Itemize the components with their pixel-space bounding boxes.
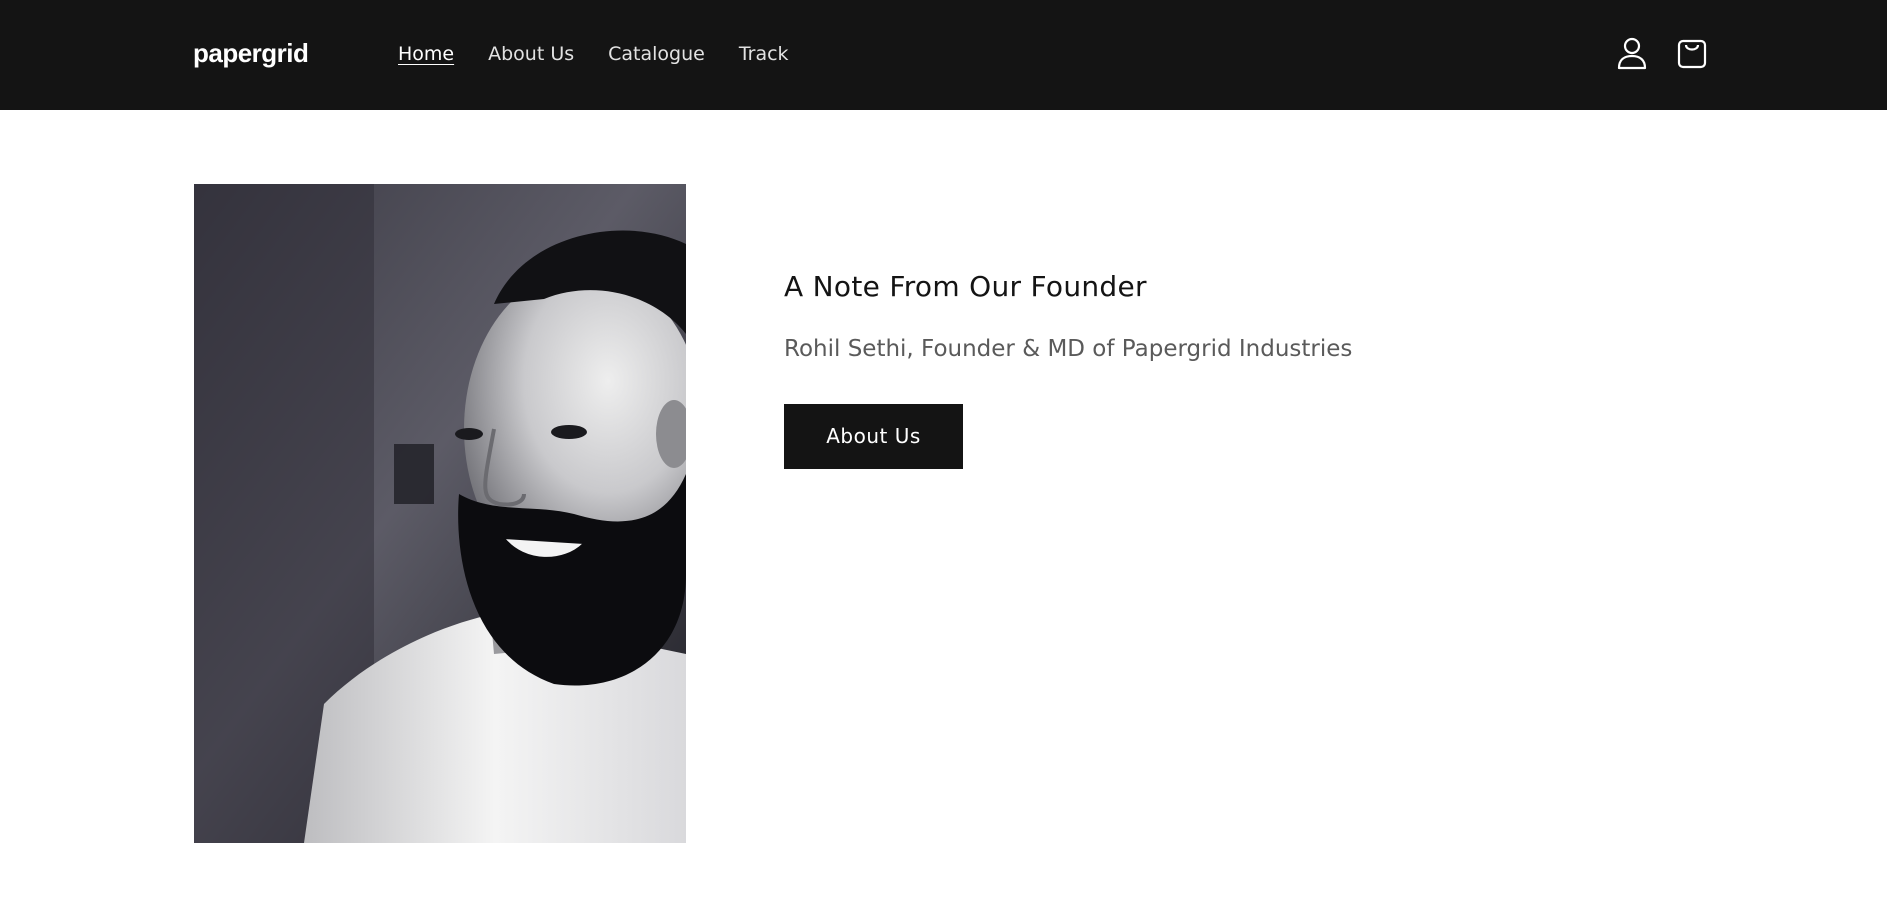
site-logo[interactable]: papergrid bbox=[193, 38, 309, 68]
founder-photo bbox=[194, 184, 686, 843]
about-us-button[interactable]: About Us bbox=[784, 404, 963, 469]
founder-subtitle: Rohil Sethi, Founder & MD of Papergrid I… bbox=[784, 336, 1353, 362]
nav-about-link[interactable]: About Us bbox=[488, 42, 574, 66]
founder-section: A Note From Our Founder Rohil Sethi, Fou… bbox=[0, 110, 1887, 907]
nav-catalogue-link[interactable]: Catalogue bbox=[608, 42, 705, 66]
site-header: papergrid Home About Us Catalogue Track bbox=[0, 0, 1887, 110]
cart-icon[interactable] bbox=[1676, 36, 1708, 70]
nav-home-link[interactable]: Home bbox=[398, 42, 454, 66]
main-nav: Home About Us Catalogue Track bbox=[398, 42, 823, 66]
nav-track-link[interactable]: Track bbox=[739, 42, 789, 66]
founder-content: A Note From Our Founder Rohil Sethi, Fou… bbox=[784, 268, 1584, 469]
account-icon[interactable] bbox=[1616, 36, 1648, 70]
founder-heading: A Note From Our Founder bbox=[784, 270, 1147, 303]
